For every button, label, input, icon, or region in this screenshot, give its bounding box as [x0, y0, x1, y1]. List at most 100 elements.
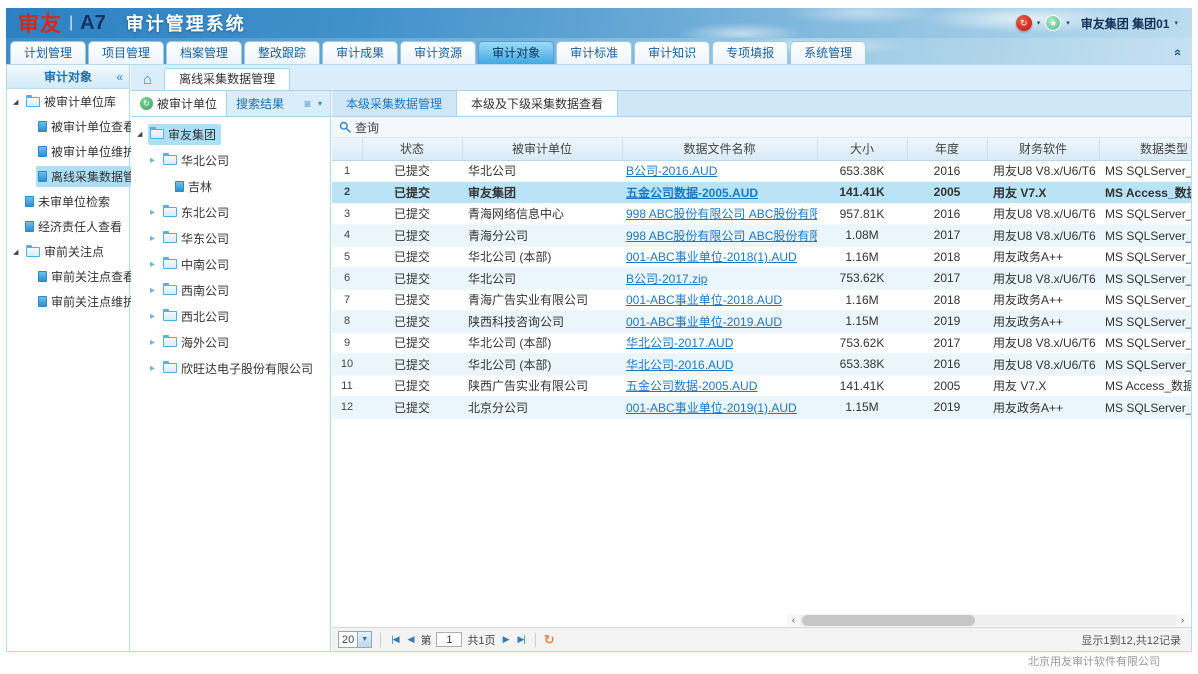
user-org-label[interactable]: 审友集团 集团01	[1081, 15, 1170, 32]
next-page-button[interactable]: ▶	[501, 634, 511, 645]
refresh-icon[interactable]: ↻	[544, 632, 555, 648]
column-header[interactable]: 大小	[817, 138, 907, 160]
file-link[interactable]: 001-ABC事业单位-2018.AUD	[626, 293, 782, 307]
table-row[interactable]: 6已提交华北公司B公司-2017.zip753.62K2017用友U8 V8.x…	[332, 268, 1191, 290]
sidebar-collapse-icon[interactable]: «	[116, 65, 123, 89]
file-link[interactable]: 998 ABC股份有限公司 ABC股份有限公司	[626, 207, 817, 221]
table-row[interactable]: 7已提交青海广告实业有限公司001-ABC事业单位-2018.AUD1.16M2…	[332, 289, 1191, 311]
tree-item[interactable]: ▸西北公司	[131, 303, 330, 329]
home-icon[interactable]: ⌂	[143, 72, 152, 87]
table-row[interactable]: 10已提交华北公司 (本部)华北公司-2016.AUD653.38K2016用友…	[332, 354, 1191, 376]
collapse-tabs-icon[interactable]: «	[1171, 49, 1186, 56]
tab-local-and-sub-data-view[interactable]: 本级及下级采集数据查看	[456, 91, 618, 116]
file-link[interactable]: 五金公司数据-2005.AUD	[626, 186, 758, 200]
page-number-input[interactable]	[436, 632, 462, 647]
chevron-down-icon[interactable]: ▾	[1174, 19, 1178, 27]
caret-expanded-icon[interactable]: ◢	[137, 130, 148, 138]
caret-expanded-icon[interactable]: ◢	[13, 98, 24, 106]
table-row[interactable]: 8已提交陕西科技咨询公司001-ABC事业单位-2019.AUD1.15M201…	[332, 311, 1191, 333]
tab-local-data-manage[interactable]: 本级采集数据管理	[332, 91, 456, 116]
tab-audited-units[interactable]: ↻ 被审计单位	[131, 91, 227, 116]
file-link[interactable]: 001-ABC事业单位-2019.AUD	[626, 315, 782, 329]
chevron-down-icon[interactable]: ▾	[1066, 19, 1070, 27]
caret-collapsed-icon[interactable]: ▸	[150, 363, 161, 374]
file-link[interactable]: B公司-2017.zip	[626, 272, 707, 286]
table-row[interactable]: 9已提交华北公司 (本部)华北公司-2017.AUD753.62K2017用友U…	[332, 332, 1191, 354]
tree-item[interactable]: 未审单位检索	[7, 189, 129, 214]
table-row[interactable]: 5已提交华北公司 (本部)001-ABC事业单位-2018(1).AUD1.16…	[332, 246, 1191, 268]
tree-item[interactable]: ▸中南公司	[131, 251, 330, 277]
tree-item[interactable]: ▸华东公司	[131, 225, 330, 251]
table-row[interactable]: 3已提交青海网络信息中心998 ABC股份有限公司 ABC股份有限公司957.8…	[332, 203, 1191, 225]
menu-icon[interactable]: ≡	[304, 97, 311, 111]
table-row[interactable]: 12已提交北京分公司001-ABC事业单位-2019(1).AUD1.15M20…	[332, 397, 1191, 419]
column-header[interactable]: 数据类型	[1099, 138, 1191, 160]
column-header[interactable]: 财务软件	[987, 138, 1099, 160]
file-link[interactable]: 001-ABC事业单位-2019(1).AUD	[626, 401, 797, 415]
column-header[interactable]	[332, 138, 362, 160]
column-header[interactable]: 年度	[907, 138, 987, 160]
module-tab[interactable]: 审计资源	[400, 41, 476, 64]
tree-item[interactable]: 经济责任人查看	[7, 214, 129, 239]
caret-collapsed-icon[interactable]: ▸	[150, 207, 161, 218]
caret-expanded-icon[interactable]: ◢	[13, 248, 24, 256]
last-page-button[interactable]: ▶|	[515, 634, 526, 645]
tree-item[interactable]: 被审计单位查看	[7, 114, 129, 139]
module-tab[interactable]: 计划管理	[10, 41, 86, 64]
tree-item[interactable]: ▸东北公司	[131, 199, 330, 225]
tree-item[interactable]: ▸欣旺达电子股份有限公司	[131, 355, 330, 381]
module-tab[interactable]: 档案管理	[166, 41, 242, 64]
caret-collapsed-icon[interactable]: ▸	[150, 285, 161, 296]
file-link[interactable]: 华北公司-2017.AUD	[626, 336, 733, 350]
module-tab[interactable]: 审计成果	[322, 41, 398, 64]
file-link[interactable]: 五金公司数据-2005.AUD	[626, 379, 757, 393]
module-tab[interactable]: 整改跟踪	[244, 41, 320, 64]
module-tab[interactable]: 审计知识	[634, 41, 710, 64]
scrollbar-thumb[interactable]	[802, 615, 975, 626]
star-icon[interactable]: ★	[1045, 15, 1061, 31]
page-size-select[interactable]: 20 ▼	[338, 631, 372, 648]
caret-collapsed-icon[interactable]: ▸	[150, 155, 161, 166]
hotline-icon[interactable]: ↻	[1016, 15, 1032, 31]
page-tab-active[interactable]: 离线采集数据管理	[164, 68, 290, 90]
query-button[interactable]: 查询	[339, 119, 379, 136]
column-header[interactable]: 数据文件名称	[622, 138, 817, 160]
scroll-right-icon[interactable]: ›	[1176, 614, 1189, 627]
tree-item[interactable]: ▸华北公司	[131, 147, 330, 173]
module-tab[interactable]: 专项填报	[712, 41, 788, 64]
tree-item[interactable]: ▸海外公司	[131, 329, 330, 355]
tree-item[interactable]: 吉林	[131, 173, 330, 199]
first-page-button[interactable]: |◀	[389, 634, 400, 645]
column-header[interactable]: 状态	[362, 138, 462, 160]
caret-collapsed-icon[interactable]: ▸	[150, 337, 161, 348]
column-header[interactable]: 被审计单位	[462, 138, 622, 160]
table-row[interactable]: 4已提交青海分公司998 ABC股份有限公司 ABC股份有限公司1.08M201…	[332, 225, 1191, 247]
table-row[interactable]: 1已提交华北公司B公司-2016.AUD653.38K2016用友U8 V8.x…	[332, 160, 1191, 182]
tree-item[interactable]: ◢审前关注点	[7, 239, 129, 264]
table-row[interactable]: 11已提交陕西广告实业有限公司五金公司数据-2005.AUD141.41K200…	[332, 375, 1191, 397]
tree-item[interactable]: 审前关注点查看	[7, 264, 129, 289]
tree-item[interactable]: ◢被审计单位库	[7, 89, 129, 114]
tree-item[interactable]: ◢审友集团	[131, 121, 330, 147]
scroll-left-icon[interactable]: ‹	[787, 614, 800, 627]
tree-item[interactable]: 离线采集数据管理	[7, 164, 129, 189]
chevron-down-icon[interactable]: ▾	[1037, 19, 1041, 27]
tree-item[interactable]: 审前关注点维护	[7, 289, 129, 314]
tree-item[interactable]: 被审计单位维护	[7, 139, 129, 164]
tab-search-results[interactable]: 搜索结果	[227, 91, 293, 116]
file-link[interactable]: 998 ABC股份有限公司 ABC股份有限公司	[626, 229, 817, 243]
tree-item[interactable]: ▸西南公司	[131, 277, 330, 303]
caret-collapsed-icon[interactable]: ▸	[150, 259, 161, 270]
module-tab[interactable]: 项目管理	[88, 41, 164, 64]
scrollbar-track[interactable]	[800, 615, 1176, 626]
dropdown-icon[interactable]: ▾	[318, 99, 322, 108]
module-tab[interactable]: 审计标准	[556, 41, 632, 64]
module-tab[interactable]: 系统管理	[790, 41, 866, 64]
file-link[interactable]: 华北公司-2016.AUD	[626, 358, 733, 372]
caret-collapsed-icon[interactable]: ▸	[150, 233, 161, 244]
table-row[interactable]: 2已提交审友集团五金公司数据-2005.AUD141.41K2005用友 V7.…	[332, 182, 1191, 204]
module-tab[interactable]: 审计对象	[478, 41, 554, 64]
prev-page-button[interactable]: ◀	[406, 634, 416, 645]
file-link[interactable]: B公司-2016.AUD	[626, 164, 717, 178]
caret-collapsed-icon[interactable]: ▸	[150, 311, 161, 322]
